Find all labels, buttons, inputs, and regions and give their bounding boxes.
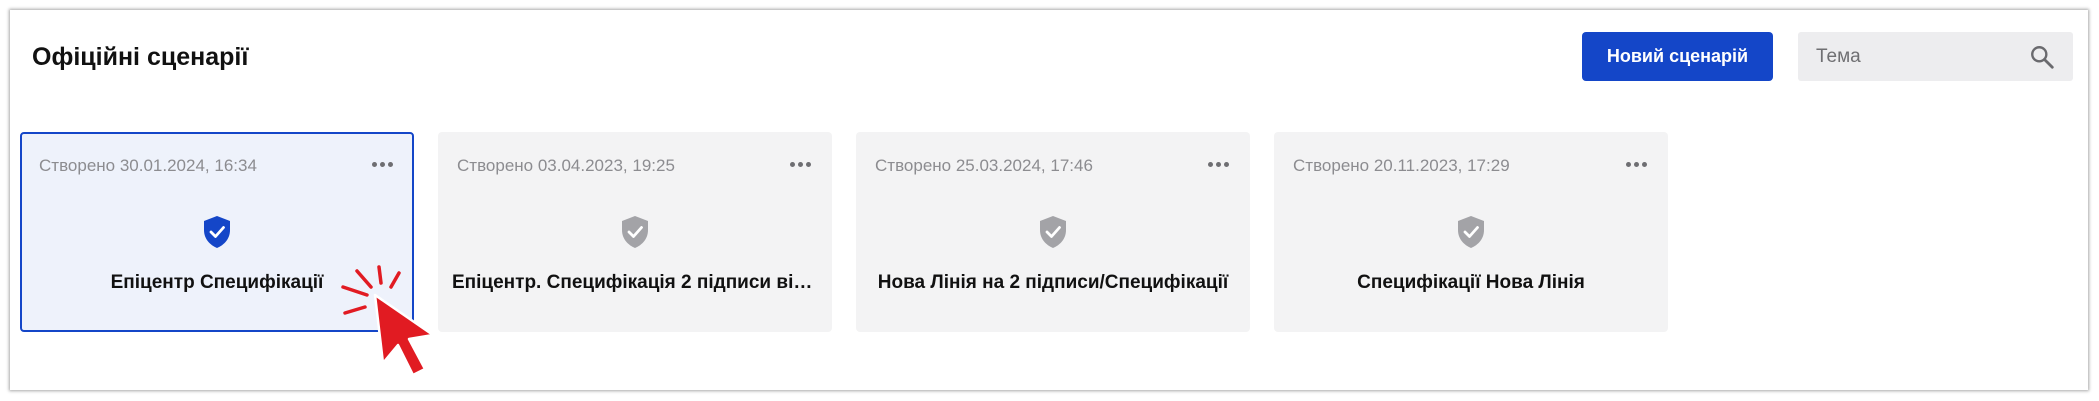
- scenario-card[interactable]: Створено 03.04.2023, 19:25 Епіцентр. Спе…: [438, 132, 832, 332]
- card-title: Нова Лінія на 2 підписи/Специфікації: [877, 272, 1229, 293]
- search-input[interactable]: [1798, 32, 2026, 81]
- card-title: Специфікації Нова Лінія: [1357, 272, 1585, 293]
- card-title: Епіцентр Специфікації: [110, 272, 324, 293]
- more-horizontal-icon[interactable]: [1622, 154, 1650, 174]
- more-horizontal-icon[interactable]: [786, 154, 814, 174]
- search-icon[interactable]: [2029, 44, 2055, 70]
- new-scenario-button[interactable]: Новий сценарій: [1582, 32, 1773, 81]
- card-title: Епіцентр. Специфікація 2 підписи від нас: [452, 272, 818, 293]
- search-box: [1798, 32, 2073, 81]
- scenario-card[interactable]: Створено 25.03.2024, 17:46 Нова Лінія на…: [856, 132, 1250, 332]
- scenario-card[interactable]: Створено 20.11.2023, 17:29 Специфікації …: [1274, 132, 1668, 332]
- scenarios-panel: Офіційні сценарії Новий сценарій Створен…: [10, 10, 2088, 390]
- more-horizontal-icon[interactable]: [368, 154, 396, 174]
- shield-check-icon: [622, 216, 648, 248]
- card-created-date: Створено 20.11.2023, 17:29: [1293, 156, 1510, 175]
- shield-check-icon: [1458, 216, 1484, 248]
- card-created-date: Створено 25.03.2024, 17:46: [875, 156, 1093, 175]
- scenario-card[interactable]: Створено 30.01.2024, 16:34 Епіцентр Спец…: [20, 132, 414, 332]
- card-created-date: Створено 30.01.2024, 16:34: [39, 156, 257, 175]
- card-created-date: Створено 03.04.2023, 19:25: [457, 156, 675, 175]
- shield-check-icon: [204, 216, 230, 248]
- more-horizontal-icon[interactable]: [1204, 154, 1232, 174]
- shield-check-icon: [1040, 216, 1066, 248]
- page-title: Офіційні сценарії: [32, 43, 249, 71]
